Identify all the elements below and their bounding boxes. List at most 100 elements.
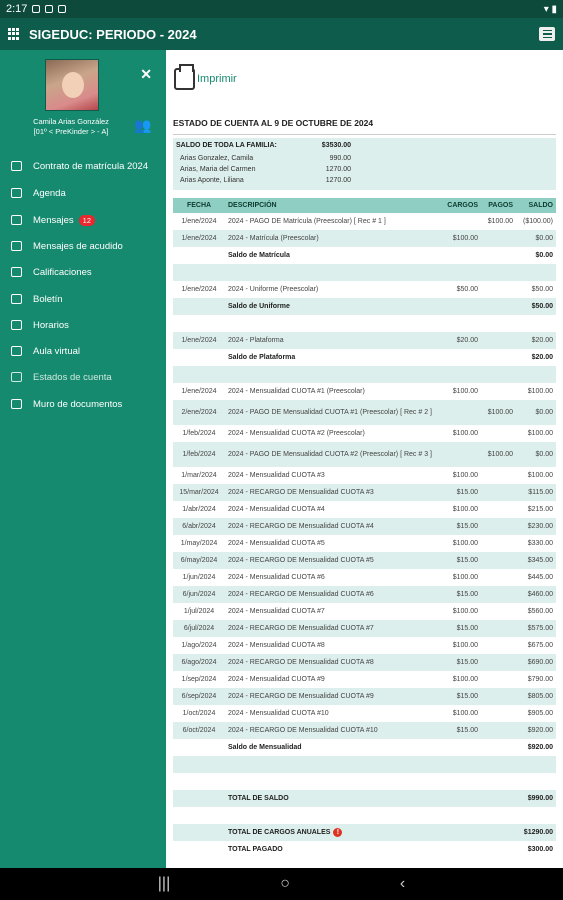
table-cell: $20.00	[531, 354, 553, 361]
switch-user-icon[interactable]: 👥	[134, 117, 151, 134]
table-cell	[443, 807, 481, 824]
table-cell	[481, 688, 516, 705]
sidebar-item[interactable]: Horarios	[11, 317, 69, 333]
printer-icon[interactable]	[174, 64, 195, 90]
menu-button[interactable]	[539, 27, 555, 41]
table-cell	[481, 586, 516, 603]
table-cell	[481, 349, 516, 366]
sidebar-item-label: Agenda	[33, 187, 66, 199]
table-cell: ($100.00)	[523, 218, 553, 225]
col-cargos: CARGOS	[443, 198, 481, 213]
sidebar-item-label: Mensajes de acudido	[33, 240, 123, 252]
table-cell	[173, 807, 225, 824]
sidebar-item-label: Contrato de matrícula 2024	[33, 160, 149, 172]
sidebar-item[interactable]: Boletín	[11, 291, 63, 307]
table-cell: $345.00	[516, 552, 556, 569]
home-icon[interactable]: ○	[280, 875, 290, 893]
table-cell	[173, 790, 225, 807]
sidebar-item[interactable]: Aula virtual	[11, 343, 80, 359]
info-icon[interactable]: !	[333, 828, 343, 837]
bulletin-icon	[11, 294, 22, 304]
sidebar-item[interactable]: Contrato de matrícula 2024	[11, 158, 148, 174]
table-cell: $100.00	[443, 230, 481, 247]
save-icon	[11, 267, 22, 277]
sidebar-item[interactable]: Calificaciones	[11, 264, 92, 280]
apps-grid-icon[interactable]	[8, 27, 21, 41]
table-cell: $100.00	[452, 608, 478, 615]
table-cell: 1/sep/2024	[181, 676, 217, 683]
clock: 2:17	[6, 3, 28, 15]
contract-icon	[11, 161, 22, 171]
table-cell	[481, 739, 516, 756]
table-cell	[516, 807, 556, 824]
col-fecha: FECHA	[173, 198, 225, 213]
close-icon[interactable]: ✕	[140, 66, 152, 83]
table-cell	[481, 603, 516, 620]
table-row	[173, 773, 556, 790]
table-cell	[225, 264, 443, 281]
table-cell: $0.00	[516, 230, 556, 247]
table-cell: 2024 - RECARGO DE Mensualidad CUOTA #3	[225, 484, 443, 501]
table-cell	[173, 773, 225, 790]
table-cell	[481, 671, 516, 688]
table-cell	[481, 535, 516, 552]
account-table: FECHA DESCRIPCIÓN CARGOS PAGOS SALDO 1/e…	[173, 198, 556, 858]
table-cell	[481, 366, 516, 383]
table-cell	[481, 315, 516, 332]
table-cell: 2024 - Mensualidad CUOTA #3	[228, 472, 325, 479]
table-cell	[481, 332, 516, 349]
sidebar-item[interactable]: Mensajes 12	[11, 212, 96, 228]
sidebar-item-label: Aula virtual	[33, 345, 80, 357]
table-cell: 2024 - RECARGO DE Mensualidad CUOTA #4	[225, 518, 443, 535]
sidebar-item-label: Calificaciones	[33, 266, 92, 278]
table-cell: $300.00	[527, 846, 553, 853]
table-cell: $100.00	[452, 430, 478, 437]
table-row: 2/ene/2024 2024 - PAGO DE Mensualidad CUO…	[173, 400, 556, 425]
clock-icon	[11, 320, 22, 330]
table-cell: $15.00	[443, 688, 481, 705]
table-row: 1/ene/2024 2024 - Plataforma $20.00 $20.00	[173, 332, 556, 349]
back-icon[interactable]: ‹	[400, 875, 405, 893]
table-cell: 2024 - RECARGO DE Mensualidad CUOTA #8	[225, 654, 443, 671]
member-name: Arias Gonzalez, Camila	[180, 155, 254, 162]
table-row: 6/abr/2024 2024 - RECARGO DE Mensualidad …	[173, 518, 556, 535]
table-cell: 1/feb/2024	[182, 430, 216, 437]
table-cell: $100.00	[452, 506, 478, 513]
table-cell	[481, 264, 516, 281]
sidebar-item[interactable]: Muro de documentos	[11, 396, 122, 412]
table-row: 1/ago/2024 2024 - Mensualidad CUOTA #8 $10…	[173, 637, 556, 654]
table-cell: Saldo de Matrícula	[228, 252, 290, 259]
table-cell: 6/ago/2024	[173, 654, 225, 671]
table-cell: $100.00	[527, 472, 553, 479]
table-row: 1/feb/2024 2024 - PAGO DE Mensualidad CUO…	[173, 442, 556, 467]
table-cell: $990.00	[516, 790, 556, 807]
table-cell: $15.00	[443, 586, 481, 603]
table-row: 1/oct/2024 2024 - Mensualidad CUOTA #10 $1…	[173, 705, 556, 722]
sidebar-item[interactable]: Estados de cuenta	[11, 369, 112, 385]
table-cell	[516, 756, 556, 773]
table-row	[173, 756, 556, 773]
table-cell	[443, 349, 481, 366]
print-link[interactable]: Imprimir	[197, 73, 237, 85]
table-cell	[173, 264, 225, 281]
sidebar-item[interactable]: Agenda	[11, 185, 66, 201]
table-cell: $100.00	[452, 574, 478, 581]
col-pagos: PAGOS	[481, 198, 516, 213]
table-cell: $100.00	[452, 642, 478, 649]
table-cell: 15/mar/2024	[173, 484, 225, 501]
recents-icon[interactable]: |||	[158, 875, 170, 893]
table-cell: $905.00	[527, 710, 553, 717]
table-row: 6/oct/2024 2024 - RECARGO DE Mensualidad …	[173, 722, 556, 739]
table-cell: 2024 - Mensualidad CUOTA #2 (Preescolar)	[228, 430, 365, 437]
table-cell	[481, 552, 516, 569]
table-cell: $50.00	[531, 286, 553, 293]
table-cell	[443, 790, 481, 807]
page-title: ESTADO DE CUENTA AL 9 DE OCTUBRE DE 2024	[173, 118, 374, 128]
table-cell: $445.00	[527, 574, 553, 581]
table-cell	[173, 349, 225, 366]
table-row: TOTAL DE CARGOS ANUALES! $1290.00	[173, 824, 556, 841]
table-cell: Saldo de Uniforme	[225, 298, 443, 315]
table-row: 6/jul/2024 2024 - RECARGO DE Mensualidad …	[173, 620, 556, 637]
sidebar-item[interactable]: Mensajes de acudido	[11, 238, 123, 254]
app-header: SIGEDUC: PERIODO - 2024	[0, 18, 563, 50]
